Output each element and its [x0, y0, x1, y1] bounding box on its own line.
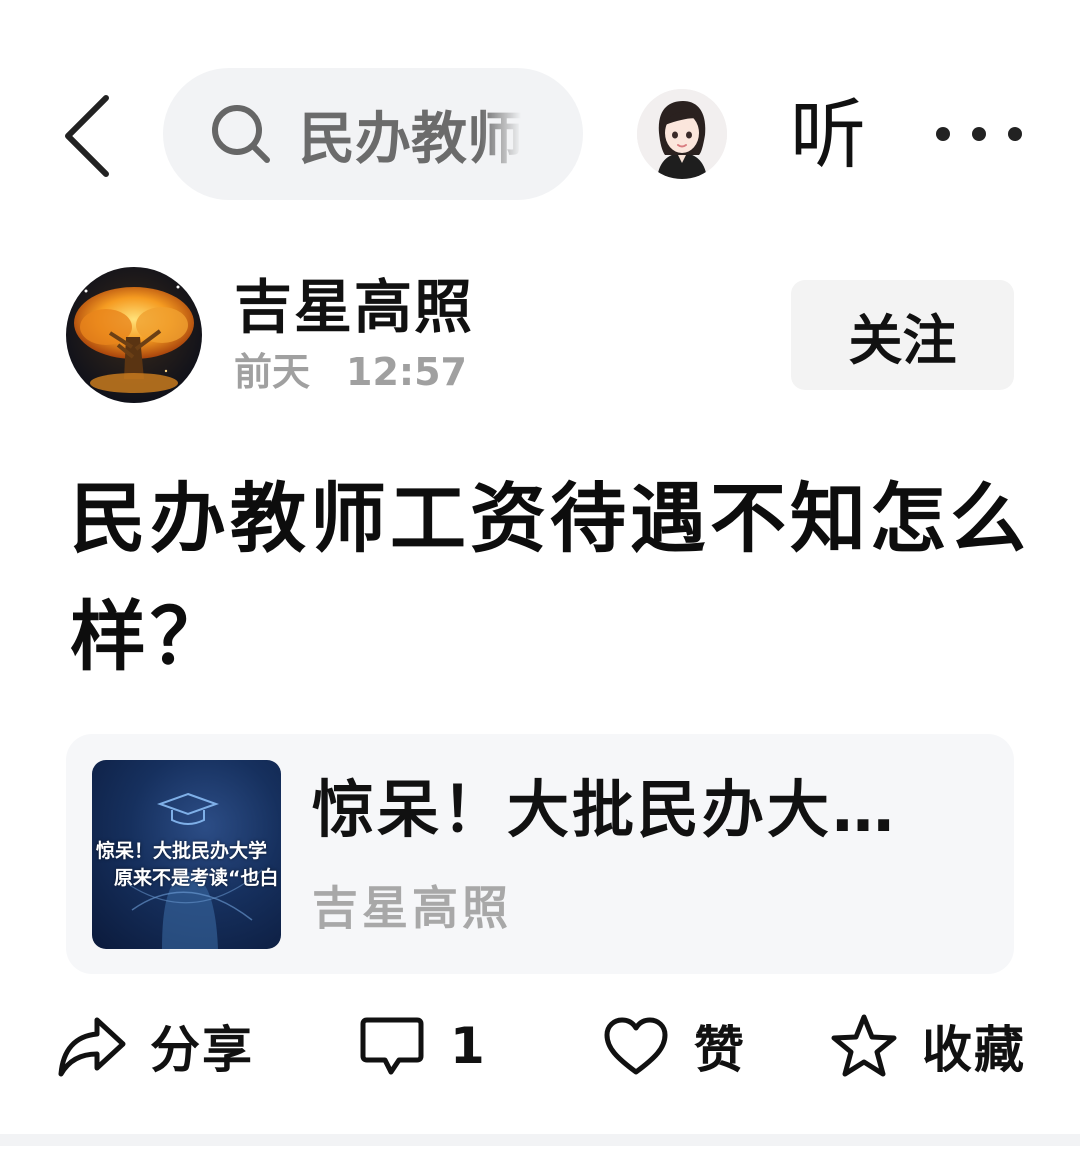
share-label: 分享: [150, 1021, 254, 1079]
section-divider: [0, 1134, 1080, 1146]
comment-button[interactable]: 1: [356, 1010, 487, 1082]
comment-count: 1: [450, 1017, 487, 1075]
more-dot-icon: [1008, 127, 1022, 141]
thumbnail-caption: 原来不是考读“也白: [114, 867, 279, 889]
listen-button[interactable]: 听: [790, 90, 866, 180]
thumbnail-caption: 惊呆！大批民办大学: [96, 840, 268, 862]
post-time: 12:57: [346, 350, 467, 394]
favorite-button[interactable]: 收藏: [828, 1010, 1026, 1082]
star-icon: [828, 1010, 900, 1082]
author-avatar[interactable]: [66, 267, 202, 403]
linked-article-card[interactable]: 惊呆！大批民办大学 原来不是考读“也白 惊呆！大批民办大… 吉星高照: [66, 734, 1014, 974]
like-label: 赞: [694, 1021, 746, 1079]
listen-avatar[interactable]: [637, 89, 727, 179]
back-button[interactable]: [52, 88, 122, 184]
post-detail-page: 民办教师 听 吉星高照 前天 12:57 关注 民办教师工资待遇不知怎么样？ 惊…: [0, 0, 1080, 1176]
post-headline: 民办教师工资待遇不知怎么样？: [70, 474, 1030, 681]
assistant-avatar-icon: [637, 89, 727, 179]
like-button[interactable]: 赞: [600, 1010, 746, 1082]
more-dot-icon: [936, 127, 950, 141]
golden-tree-icon: [66, 267, 202, 403]
author-name[interactable]: 吉星高照: [234, 272, 474, 342]
card-title: 惊呆！大批民办大…: [312, 774, 898, 846]
comment-bubble-icon: [356, 1010, 428, 1082]
search-icon: [209, 102, 273, 166]
post-date: 前天: [234, 350, 311, 394]
more-options-button[interactable]: [936, 110, 1022, 158]
heart-icon: [600, 1010, 672, 1082]
search-query: 民办教师: [299, 106, 521, 172]
article-thumbnail: 惊呆！大批民办大学 原来不是考读“也白: [92, 760, 281, 949]
search-box[interactable]: 民办教师: [163, 68, 583, 200]
card-source: 吉星高照: [312, 881, 512, 935]
share-button[interactable]: 分享: [56, 1010, 254, 1082]
favorite-label: 收藏: [922, 1021, 1026, 1079]
share-arrow-icon: [56, 1010, 128, 1082]
more-dot-icon: [972, 127, 986, 141]
chevron-left-icon: [65, 95, 109, 177]
follow-button[interactable]: 关注: [791, 280, 1014, 390]
